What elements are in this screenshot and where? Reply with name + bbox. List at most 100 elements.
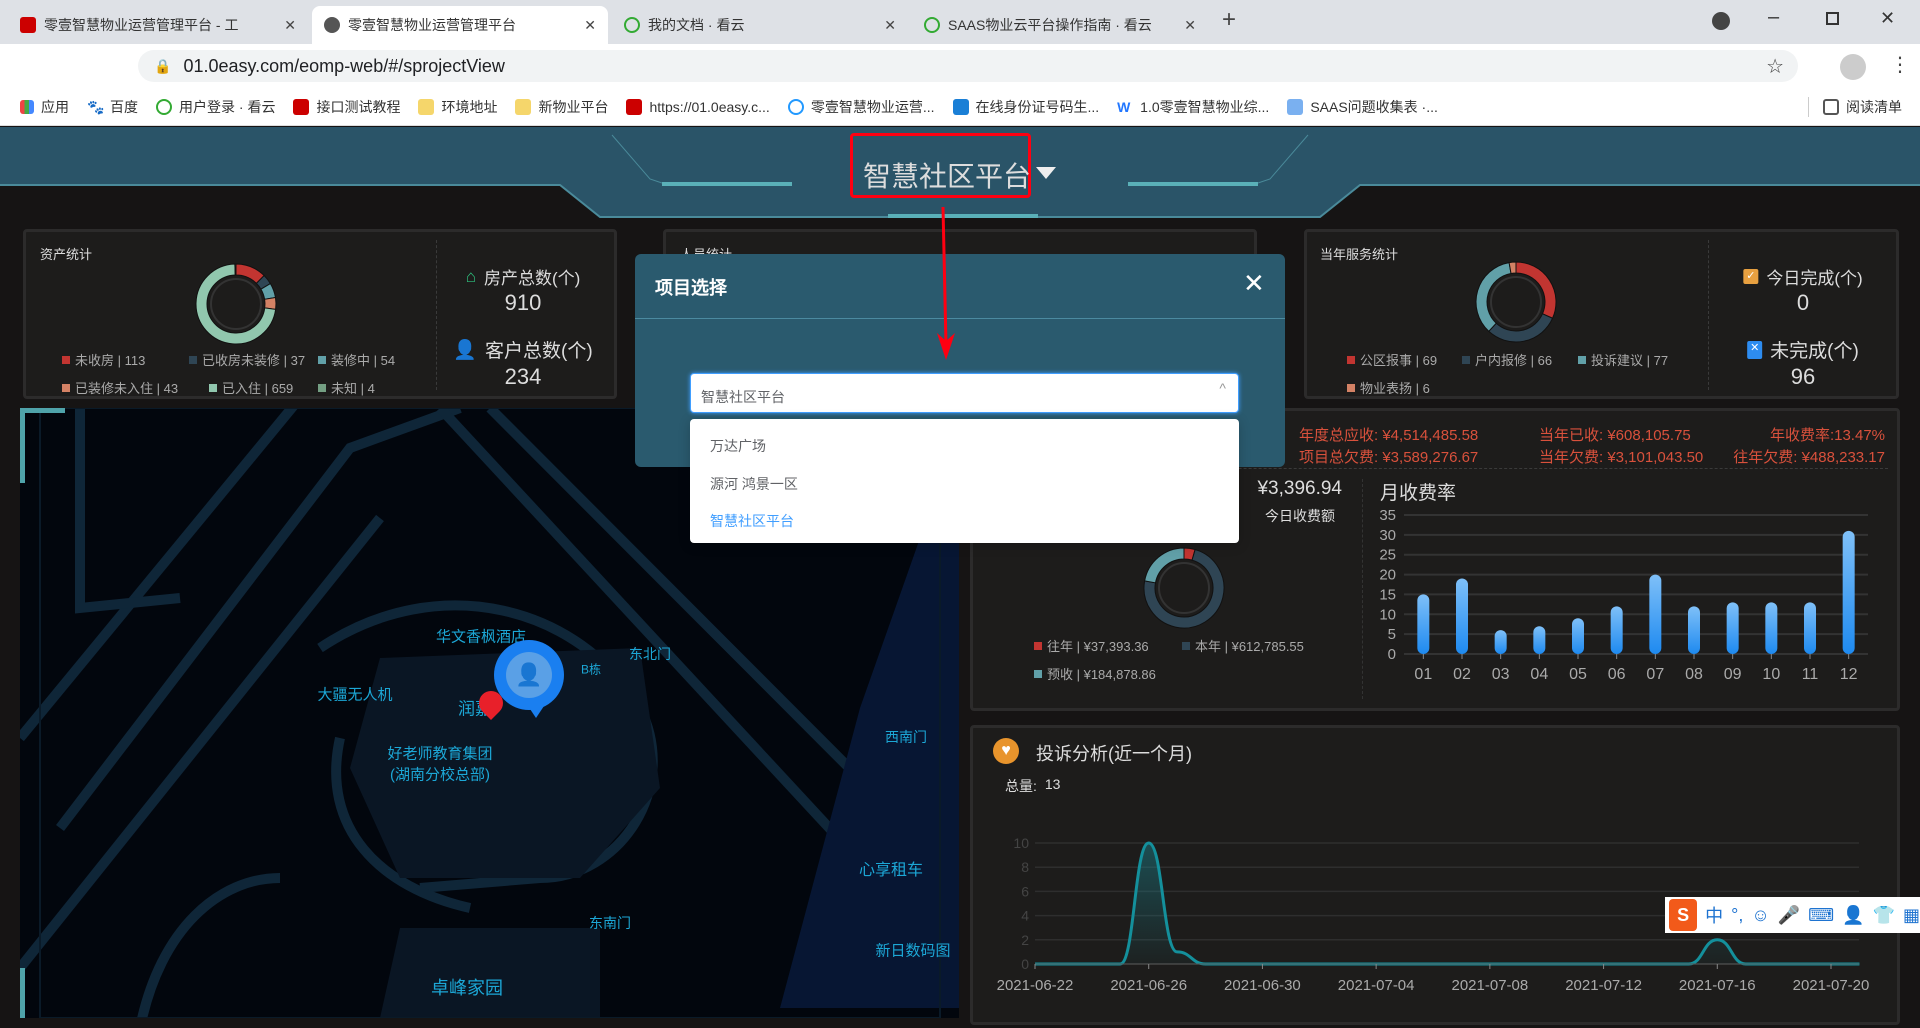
asset-donut-chart	[195, 263, 277, 345]
user-icon[interactable]: 👤	[1842, 905, 1864, 926]
customer-total-value: 234	[504, 364, 542, 389]
close-tab-icon[interactable]: ✕	[1184, 17, 1196, 34]
legend-swatch	[1347, 355, 1355, 364]
y-tick-label: 20	[1379, 567, 1396, 584]
caret-down-icon[interactable]	[1036, 167, 1056, 179]
browser-tab-active[interactable]: 零壹智慧物业运营管理平台 ✕	[312, 6, 608, 44]
url-text: 01.0easy.com/eomp-web/#/sprojectView	[183, 55, 505, 76]
legend-item: 投诉建议 | 77	[1578, 350, 1668, 369]
tab-search-icon[interactable]	[1712, 12, 1730, 30]
legend-swatch	[62, 355, 70, 364]
bookmark[interactable]: W 1.0零壹智慧物业综...	[1117, 97, 1269, 117]
form-icon	[1287, 98, 1304, 115]
bookmark-folder[interactable]: 环境地址	[418, 97, 497, 117]
kanyun-icon	[156, 98, 172, 115]
legend-label: 物业表扬 | 6	[1360, 381, 1430, 396]
bar	[1804, 602, 1816, 654]
skin-icon[interactable]: 👕	[1873, 905, 1895, 926]
bar	[1688, 606, 1700, 654]
panel-title: 资产统计	[40, 247, 93, 262]
star-icon[interactable]: ☆	[1766, 54, 1784, 79]
y-tick-label: 2	[1021, 932, 1029, 948]
dropdown-option-selected[interactable]: 智慧社区平台	[710, 511, 794, 531]
site-icon	[20, 17, 36, 33]
dropdown-option[interactable]: 源河 鸿景一区	[710, 474, 798, 494]
bar	[1417, 594, 1430, 654]
browser-tab[interactable]: 零壹智慧物业运营管理平台 - 工 ✕	[8, 6, 308, 44]
ime-punct[interactable]: °,	[1731, 905, 1743, 926]
x-tick-label: 06	[1608, 666, 1626, 683]
tab-title: 零壹智慧物业运营管理平台 - 工	[44, 17, 239, 33]
today-done-label: ✓ 今日完成(个)	[1743, 264, 1863, 289]
donut-segment	[264, 296, 277, 310]
kanyun-icon	[924, 17, 940, 33]
ime-toolbar[interactable]: S 中 °, ☺ 🎤 ⌨ 👤 👕 ▦	[1665, 897, 1920, 933]
divider	[635, 318, 1285, 319]
minimize-button[interactable]: –	[1768, 6, 1779, 29]
bookmark[interactable]: 零壹智慧物业运营...	[787, 97, 935, 117]
legend-swatch	[318, 383, 326, 392]
donut-segment	[1515, 261, 1557, 319]
x-tick-label: 02	[1453, 666, 1471, 683]
folder-icon	[515, 98, 532, 115]
legend-item: 已入住 | 659	[209, 378, 293, 397]
legend-item: 公区报事 | 69	[1347, 350, 1437, 369]
bar	[1726, 602, 1739, 654]
y-tick-label: 5	[1388, 626, 1396, 643]
new-tab-button[interactable]: +	[1222, 6, 1236, 34]
ime-lang[interactable]: 中	[1705, 902, 1723, 928]
tab-title: 零壹智慧物业运营管理平台	[348, 17, 516, 33]
profile-avatar[interactable]	[1840, 54, 1866, 80]
url-field[interactable]: 🔒 01.0easy.com/eomp-web/#/sprojectView ☆	[138, 50, 1798, 82]
close-tab-icon[interactable]: ✕	[284, 17, 296, 34]
legend-swatch	[209, 383, 217, 392]
lock-icon: 🔒	[154, 57, 172, 74]
menu-icon[interactable]: ⋮	[1890, 52, 1910, 77]
user-location-marker[interactable]: 👤	[494, 640, 564, 710]
bookmark-label: 应用	[41, 98, 69, 115]
legend-label: 未知 | 4	[331, 381, 375, 396]
emoji-icon[interactable]: ☺	[1751, 905, 1769, 926]
bookmark[interactable]: 在线身份证号码生...	[952, 97, 1099, 117]
y-tick-label: 35	[1379, 507, 1396, 524]
bookmark[interactable]: 接口测试教程	[293, 97, 400, 117]
y-tick-label: 0	[1021, 956, 1029, 972]
project-select[interactable]: 智慧社区平台 ^	[690, 373, 1239, 413]
bookmark-label: 接口测试教程	[316, 98, 401, 115]
clipboard-x-icon: ✕	[1747, 340, 1763, 359]
close-tab-icon[interactable]: ✕	[584, 17, 596, 34]
bookmark[interactable]: 用户登录 · 看云	[156, 97, 275, 117]
apps-icon	[20, 99, 34, 114]
bookmark[interactable]: 🐾 百度	[87, 97, 138, 117]
bookmark-folder[interactable]: 新物业平台	[515, 97, 608, 117]
close-window-button[interactable]: ✕	[1880, 8, 1895, 29]
dropdown-option[interactable]: 万达广场	[710, 436, 766, 456]
project-title[interactable]: 智慧社区平台	[863, 155, 1031, 195]
complaint-panel: ♥ 投诉分析(近一个月) 总量: 13 0 2 4 6 8 10 2021-06-22 2021…	[970, 725, 1900, 1025]
bookmark[interactable]: SAAS问题收集表 ·...	[1287, 97, 1438, 117]
project-dropdown: 万达广场 源河 鸿景一区 智慧社区平台	[690, 419, 1239, 543]
map-label: 卓峰家园	[431, 978, 503, 998]
bookmark-apps[interactable]: 应用	[20, 97, 69, 117]
reading-list[interactable]: 阅读清单	[1808, 96, 1902, 117]
bookmark[interactable]: https://01.0easy.c...	[626, 98, 770, 115]
stat-label: 房产总数(个)	[483, 269, 581, 288]
close-icon[interactable]: ✕	[1243, 268, 1265, 299]
x-tick-label: 2021-07-16	[1679, 977, 1756, 994]
mic-icon[interactable]: 🎤	[1778, 905, 1800, 926]
legend-item: 未收房 | 113	[62, 350, 145, 369]
bar	[1649, 574, 1662, 654]
x-tick-label: 05	[1569, 666, 1587, 683]
maximize-button[interactable]	[1826, 12, 1839, 25]
search-site-icon	[952, 98, 969, 115]
tab-title: 我的文档 · 看云	[648, 17, 745, 33]
grid-icon[interactable]: ▦	[1903, 905, 1920, 926]
close-tab-icon[interactable]: ✕	[884, 17, 896, 34]
browser-tab[interactable]: 我的文档 · 看云 ✕	[612, 6, 908, 44]
keyboard-icon[interactable]: ⌨	[1808, 905, 1834, 926]
browser-tab[interactable]: SAAS物业云平台操作指南 · 看云 ✕	[912, 6, 1208, 44]
service-panel: 当年服务统计 公区报事 | 69 户内报修 | 66 投诉建议 | 77 物业表…	[1304, 229, 1899, 399]
donut-segment	[1488, 313, 1554, 343]
baidu-icon: 🐾	[87, 98, 105, 115]
chevron-up-icon[interactable]: ^	[1219, 380, 1226, 396]
